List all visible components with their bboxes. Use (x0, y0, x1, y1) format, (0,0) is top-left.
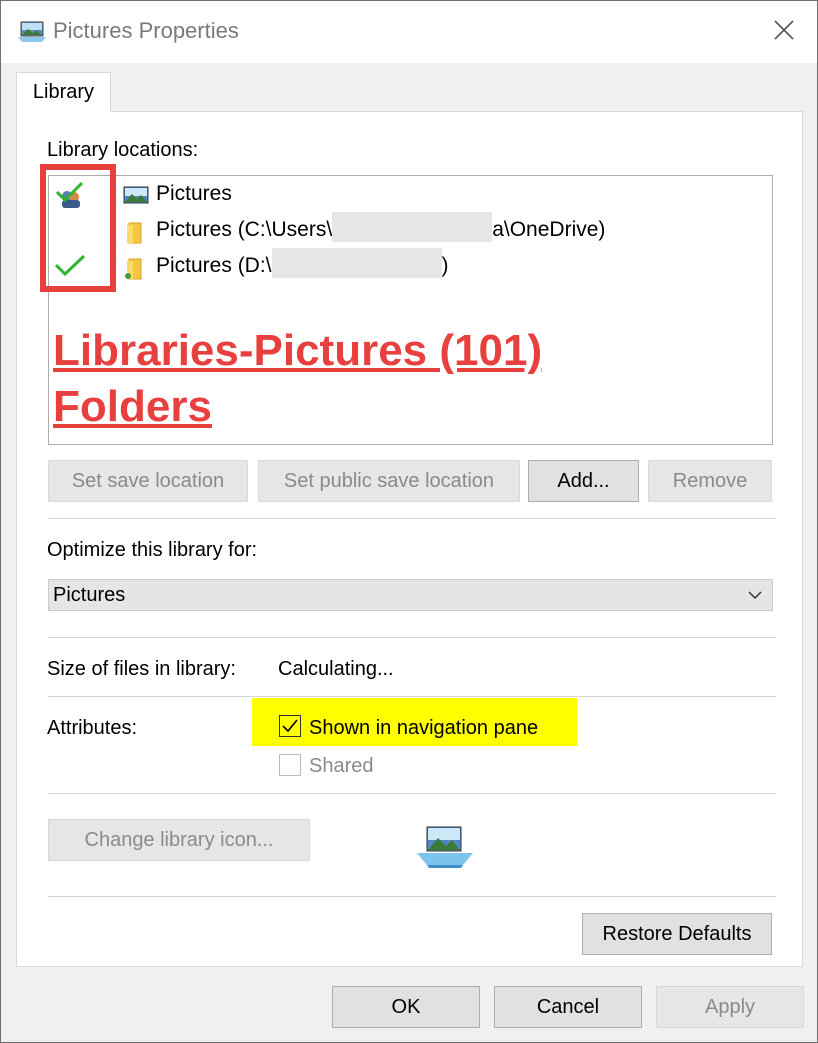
separator (48, 696, 776, 697)
add-location-button[interactable]: Add... (528, 460, 639, 502)
separator (48, 637, 776, 638)
library-locations-label: Library locations: (47, 139, 199, 161)
separator (48, 793, 776, 794)
pictures-library-icon (123, 184, 149, 208)
shared-label[interactable]: Shared (309, 755, 374, 778)
checkmark-icon (282, 719, 298, 733)
apply-button[interactable]: Apply (656, 986, 804, 1028)
set-public-save-location-button[interactable]: Set public save location (258, 460, 520, 502)
annotation-highlight-box (40, 164, 116, 292)
optimize-label: Optimize this library for: (47, 539, 258, 561)
location-text: Pictures (D:\) (156, 248, 449, 279)
optimize-value: Pictures (53, 584, 126, 606)
list-item[interactable]: Pictures (49, 178, 772, 212)
location-text: Pictures (C:\Users\ a\OneDrive) (156, 212, 605, 243)
tab-library[interactable]: Library (16, 72, 111, 112)
folder-icon (123, 256, 149, 280)
properties-dialog: Pictures Properties Library Library loca… (0, 0, 818, 1043)
size-value: Calculating... (278, 658, 394, 680)
chevron-down-icon (746, 586, 764, 604)
title-bar: Pictures Properties (1, 1, 817, 63)
window-title: Pictures Properties (53, 18, 239, 43)
folder-icon (123, 220, 149, 244)
cancel-button[interactable]: Cancel (494, 986, 642, 1028)
restore-defaults-button[interactable]: Restore Defaults (582, 913, 772, 955)
pictures-library-icon (415, 825, 475, 869)
list-item[interactable]: Pictures (D:\) (49, 248, 772, 284)
optimize-select[interactable]: Pictures (48, 579, 773, 611)
separator (48, 896, 776, 897)
list-item[interactable]: Pictures (C:\Users\ a\OneDrive) (49, 212, 772, 248)
close-button[interactable] (763, 9, 805, 51)
attributes-label: Attributes: (47, 717, 138, 739)
shown-in-nav-label[interactable]: Shown in navigation pane (309, 717, 538, 740)
remove-location-button[interactable]: Remove (648, 460, 772, 502)
change-library-icon-button[interactable]: Change library icon... (48, 819, 310, 861)
shared-checkbox[interactable] (279, 754, 301, 776)
close-icon (774, 20, 794, 40)
annotation-text: Libraries-Pictures (101) Folders (53, 326, 543, 431)
pictures-library-icon (18, 21, 46, 43)
location-text: Pictures (156, 182, 232, 205)
separator (48, 518, 776, 519)
set-save-location-button[interactable]: Set save location (48, 460, 248, 502)
ok-button[interactable]: OK (332, 986, 480, 1028)
size-label: Size of files in library: (47, 658, 236, 680)
shown-in-nav-checkbox[interactable] (279, 715, 301, 737)
